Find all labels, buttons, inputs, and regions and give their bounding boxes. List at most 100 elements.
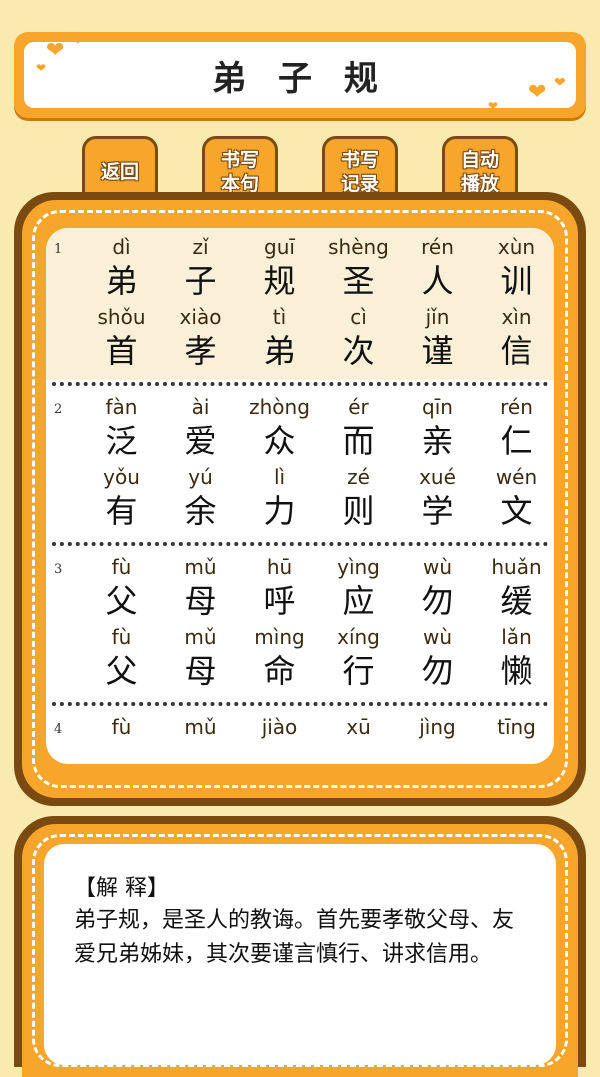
character-cell[interactable]: xíng 行	[319, 624, 398, 694]
character-cell[interactable]: zhòng 众	[240, 394, 319, 464]
character-cell[interactable]: zǐ 子	[161, 234, 240, 304]
hanzi-character: 泛	[105, 422, 138, 460]
character-cell[interactable]: wén 文	[477, 464, 554, 534]
hanzi-character: 训	[500, 262, 533, 300]
hanzi-character: 学	[421, 492, 454, 530]
verse-number: 3	[54, 562, 63, 577]
character-cell[interactable]: shǒu 首	[82, 304, 161, 374]
character-cell[interactable]: dì 弟	[82, 234, 161, 304]
pinyin-label: tì	[272, 305, 287, 329]
hanzi-character: 命	[263, 652, 296, 690]
hanzi-character: 弟	[263, 332, 296, 370]
character-cell[interactable]: lì 力	[240, 464, 319, 534]
verse-block[interactable]: 4 fù mǔ jiào xū jìng tīng	[46, 708, 554, 764]
character-cell[interactable]: mǔ	[161, 714, 240, 764]
character-cell[interactable]: tì 弟	[240, 304, 319, 374]
character-cell[interactable]: ài 爱	[161, 394, 240, 464]
character-cell[interactable]: huǎn 缓	[477, 554, 554, 624]
character-cell[interactable]: fù 父	[82, 554, 161, 624]
pinyin-label: ér	[348, 395, 369, 419]
character-cell[interactable]: xùn 训	[477, 234, 554, 304]
verse-number: 1	[54, 242, 63, 257]
character-cell[interactable]: wù 勿	[398, 554, 477, 624]
character-cell[interactable]: tīng	[477, 714, 554, 764]
verse-block[interactable]: 1 dì 弟 zǐ 子 guī 规 shèng 圣 rén 人 xùn 训 shǒu 首 xiào 孝 tì 弟 cì…	[46, 228, 554, 380]
verse-list[interactable]: 1 dì 弟 zǐ 子 guī 规 shèng 圣 rén 人 xùn 训 shǒu 首 xiào 孝 tì 弟 cì…	[46, 228, 554, 764]
pinyin-label: wén	[495, 465, 538, 489]
pinyin-label: yú	[188, 465, 213, 489]
pinyin-label: jìng	[419, 715, 456, 739]
pinyin-label: zhòng	[249, 395, 310, 419]
hanzi-character	[477, 740, 554, 764]
character-cell[interactable]: jìng	[398, 714, 477, 764]
hanzi-character: 勿	[421, 582, 454, 620]
character-cell[interactable]: jiào	[240, 714, 319, 764]
pinyin-label: zé	[347, 465, 370, 489]
pinyin-label: mǔ	[184, 625, 217, 649]
verse-divider	[52, 542, 548, 546]
hanzi-character: 孝	[184, 332, 217, 370]
character-cell[interactable]: fù	[82, 714, 161, 764]
pinyin-label: fù	[111, 715, 132, 739]
pinyin-label: shǒu	[97, 305, 146, 329]
hanzi-character: 母	[184, 652, 217, 690]
character-cell[interactable]: mǔ 母	[161, 624, 240, 694]
verse-line: fù 父 mǔ 母 hū 呼 yìng 应 wù 勿 huǎn 缓	[82, 554, 554, 624]
hanzi-character: 勿	[421, 652, 454, 690]
hanzi-character: 首	[105, 332, 138, 370]
pinyin-label: cì	[350, 305, 367, 329]
pinyin-label: wù	[422, 625, 453, 649]
pinyin-label: qīn	[422, 395, 453, 419]
character-cell[interactable]: xū	[319, 714, 398, 764]
hanzi-character: 力	[263, 492, 296, 530]
character-cell[interactable]: cì 次	[319, 304, 398, 374]
character-cell[interactable]: yǒu 有	[82, 464, 161, 534]
page-title: 弟 子 规	[212, 58, 388, 99]
heart-icon: ❤	[528, 80, 547, 105]
pinyin-label: guī	[264, 235, 295, 259]
character-cell[interactable]: ér 而	[319, 394, 398, 464]
character-cell[interactable]: qīn 亲	[398, 394, 477, 464]
hanzi-character: 有	[105, 492, 138, 530]
character-cell[interactable]: mìng 命	[240, 624, 319, 694]
character-cell[interactable]: xué 学	[398, 464, 477, 534]
character-cell[interactable]: fàn 泛	[82, 394, 161, 464]
hanzi-character: 而	[342, 422, 375, 460]
character-cell[interactable]: xìn 信	[477, 304, 554, 374]
hanzi-character: 呼	[263, 582, 296, 620]
hanzi-character: 母	[184, 582, 217, 620]
character-cell[interactable]: wù 勿	[398, 624, 477, 694]
character-cell[interactable]: shèng 圣	[319, 234, 398, 304]
pinyin-label: rén	[500, 395, 533, 419]
verse-block[interactable]: 3 fù 父 mǔ 母 hū 呼 yìng 应 wù 勿 huǎn 缓 fù 父 mǔ 母 mìng 命 xíng 行 w…	[46, 548, 554, 700]
hanzi-character: 次	[342, 332, 375, 370]
character-cell[interactable]: hū 呼	[240, 554, 319, 624]
character-cell[interactable]: lǎn 懒	[477, 624, 554, 694]
explanation-panel: 【解 释】 弟子规，是圣人的教诲。首先要孝敬父母、友爱兄弟姊妹，其次要谨言慎行、…	[14, 816, 586, 1077]
hanzi-character: 亲	[421, 422, 454, 460]
pinyin-label: huǎn	[491, 555, 542, 579]
character-cell[interactable]: fù 父	[82, 624, 161, 694]
title-banner: 弟 子 规 ❤ ❤ ❤ ❤ ❤ ❤	[14, 32, 586, 118]
character-cell[interactable]: xiào 孝	[161, 304, 240, 374]
hanzi-character: 仁	[500, 422, 533, 460]
character-cell[interactable]: rén 仁	[477, 394, 554, 464]
verse-block[interactable]: 2 fàn 泛 ài 爱 zhòng 众 ér 而 qīn 亲 rén 仁 yǒu 有 yú 余 lì 力 zé 则 xu…	[46, 388, 554, 540]
character-cell[interactable]: rén 人	[398, 234, 477, 304]
pinyin-label: mǔ	[184, 555, 217, 579]
character-cell[interactable]: yú 余	[161, 464, 240, 534]
hanzi-character: 行	[342, 652, 375, 690]
character-cell[interactable]: zé 则	[319, 464, 398, 534]
hanzi-character: 众	[263, 422, 296, 460]
character-cell[interactable]: jǐn 谨	[398, 304, 477, 374]
character-cell[interactable]: yìng 应	[319, 554, 398, 624]
hanzi-character: 父	[105, 582, 138, 620]
pinyin-label: dì	[112, 235, 131, 259]
pinyin-label: lì	[273, 465, 286, 489]
hanzi-character: 懒	[500, 652, 533, 690]
pinyin-label: fù	[111, 555, 132, 579]
pinyin-label: tīng	[497, 715, 536, 739]
character-cell[interactable]: guī 规	[240, 234, 319, 304]
character-cell[interactable]: mǔ 母	[161, 554, 240, 624]
write-record-label: 书写 记录	[340, 149, 379, 195]
